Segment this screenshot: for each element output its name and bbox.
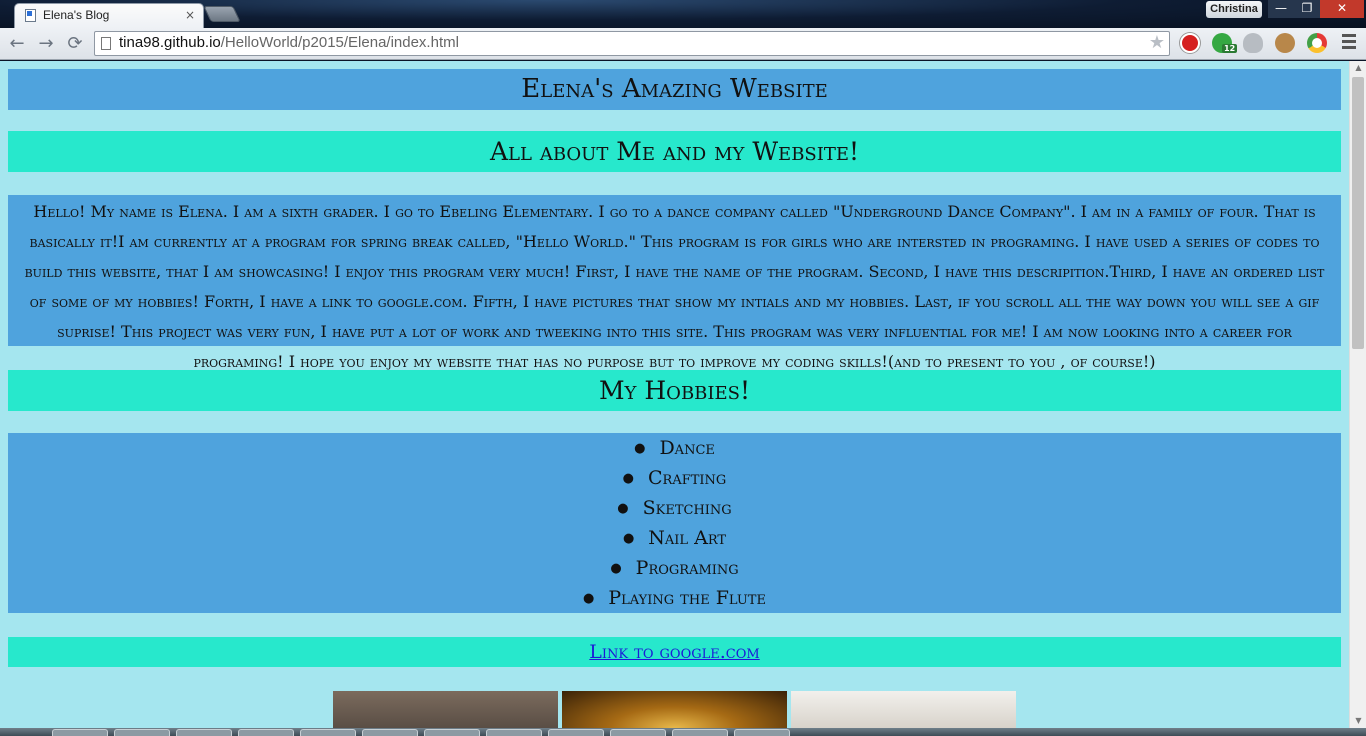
cookie-extension-icon[interactable] bbox=[1275, 33, 1295, 53]
google-link[interactable]: Link to google.com bbox=[589, 641, 759, 663]
hobbies-heading: My Hobbies! bbox=[8, 370, 1341, 411]
maximize-button[interactable]: ❐ bbox=[1294, 0, 1320, 18]
taskbar-item[interactable] bbox=[548, 729, 604, 736]
extension-gray-icon[interactable] bbox=[1243, 33, 1263, 53]
back-arrow-icon[interactable]: ← bbox=[6, 33, 28, 55]
hobbies-list: Dance Crafting Sketching Nail Art Progra… bbox=[8, 433, 1341, 613]
about-heading: All about Me and my Website! bbox=[8, 131, 1341, 172]
page-title: Elena's Amazing Website bbox=[8, 69, 1341, 110]
page-viewport: Elena's Amazing Website All about Me and… bbox=[0, 61, 1349, 728]
new-tab-button[interactable] bbox=[203, 6, 241, 22]
minimize-button[interactable]: — bbox=[1268, 0, 1294, 18]
page-favicon-icon bbox=[25, 9, 36, 22]
scrollbar-thumb[interactable] bbox=[1352, 77, 1364, 349]
taskbar-item[interactable] bbox=[52, 729, 108, 736]
os-taskbar bbox=[0, 728, 1366, 736]
close-window-button[interactable]: ✕ bbox=[1320, 0, 1364, 18]
list-item: Crafting bbox=[8, 463, 1341, 493]
reload-icon[interactable]: ⟳ bbox=[64, 33, 86, 55]
profile-button[interactable]: Christina bbox=[1206, 1, 1262, 18]
taskbar-item[interactable] bbox=[486, 729, 542, 736]
hobby-photo bbox=[333, 691, 558, 728]
list-item: Playing the Flute bbox=[8, 583, 1341, 613]
adblock-extension-icon[interactable] bbox=[1180, 33, 1200, 53]
about-paragraph: Hello! My name is Elena. I am a sixth gr… bbox=[8, 195, 1341, 371]
window-titlebar: Elena's Blog × Christina — ❐ ✕ bbox=[0, 0, 1366, 28]
taskbar-item[interactable] bbox=[424, 729, 480, 736]
forward-arrow-icon[interactable]: → bbox=[35, 33, 57, 55]
url-text: tina98.github.io/HelloWorld/p2015/Elena/… bbox=[119, 34, 459, 51]
hobby-photo bbox=[562, 691, 787, 728]
scroll-down-arrow-icon[interactable]: ▼ bbox=[1350, 714, 1366, 728]
menu-icon[interactable] bbox=[1342, 34, 1356, 52]
page-icon bbox=[101, 37, 111, 50]
tab-close-icon[interactable]: × bbox=[185, 8, 195, 22]
taskbar-item[interactable] bbox=[734, 729, 790, 736]
list-item: Nail Art bbox=[8, 523, 1341, 553]
browser-toolbar: ← → ⟳ tina98.github.io/HelloWorld/p2015/… bbox=[0, 28, 1366, 60]
list-item: Dance bbox=[8, 433, 1341, 463]
extension-badge: 12 bbox=[1222, 44, 1238, 53]
taskbar-item[interactable] bbox=[238, 729, 294, 736]
taskbar-item[interactable] bbox=[114, 729, 170, 736]
tab-title: Elena's Blog bbox=[43, 8, 110, 22]
chrome-extension-icon[interactable] bbox=[1307, 33, 1327, 53]
taskbar-item[interactable] bbox=[300, 729, 356, 736]
taskbar-item[interactable] bbox=[176, 729, 232, 736]
taskbar-item[interactable] bbox=[672, 729, 728, 736]
hobby-photo bbox=[791, 691, 1016, 728]
scroll-up-arrow-icon[interactable]: ▲ bbox=[1350, 61, 1366, 75]
bookmark-star-icon[interactable]: ★ bbox=[1149, 32, 1165, 53]
taskbar-item[interactable] bbox=[610, 729, 666, 736]
taskbar-item[interactable] bbox=[362, 729, 418, 736]
address-bar[interactable]: tina98.github.io/HelloWorld/p2015/Elena/… bbox=[94, 31, 1170, 56]
tab-elenas-blog[interactable]: Elena's Blog × bbox=[14, 3, 204, 28]
page-scrollbar[interactable]: ▲ ▼ bbox=[1349, 61, 1366, 728]
link-bar: Link to google.com bbox=[8, 637, 1341, 667]
list-item: Sketching bbox=[8, 493, 1341, 523]
list-item: Programing bbox=[8, 553, 1341, 583]
